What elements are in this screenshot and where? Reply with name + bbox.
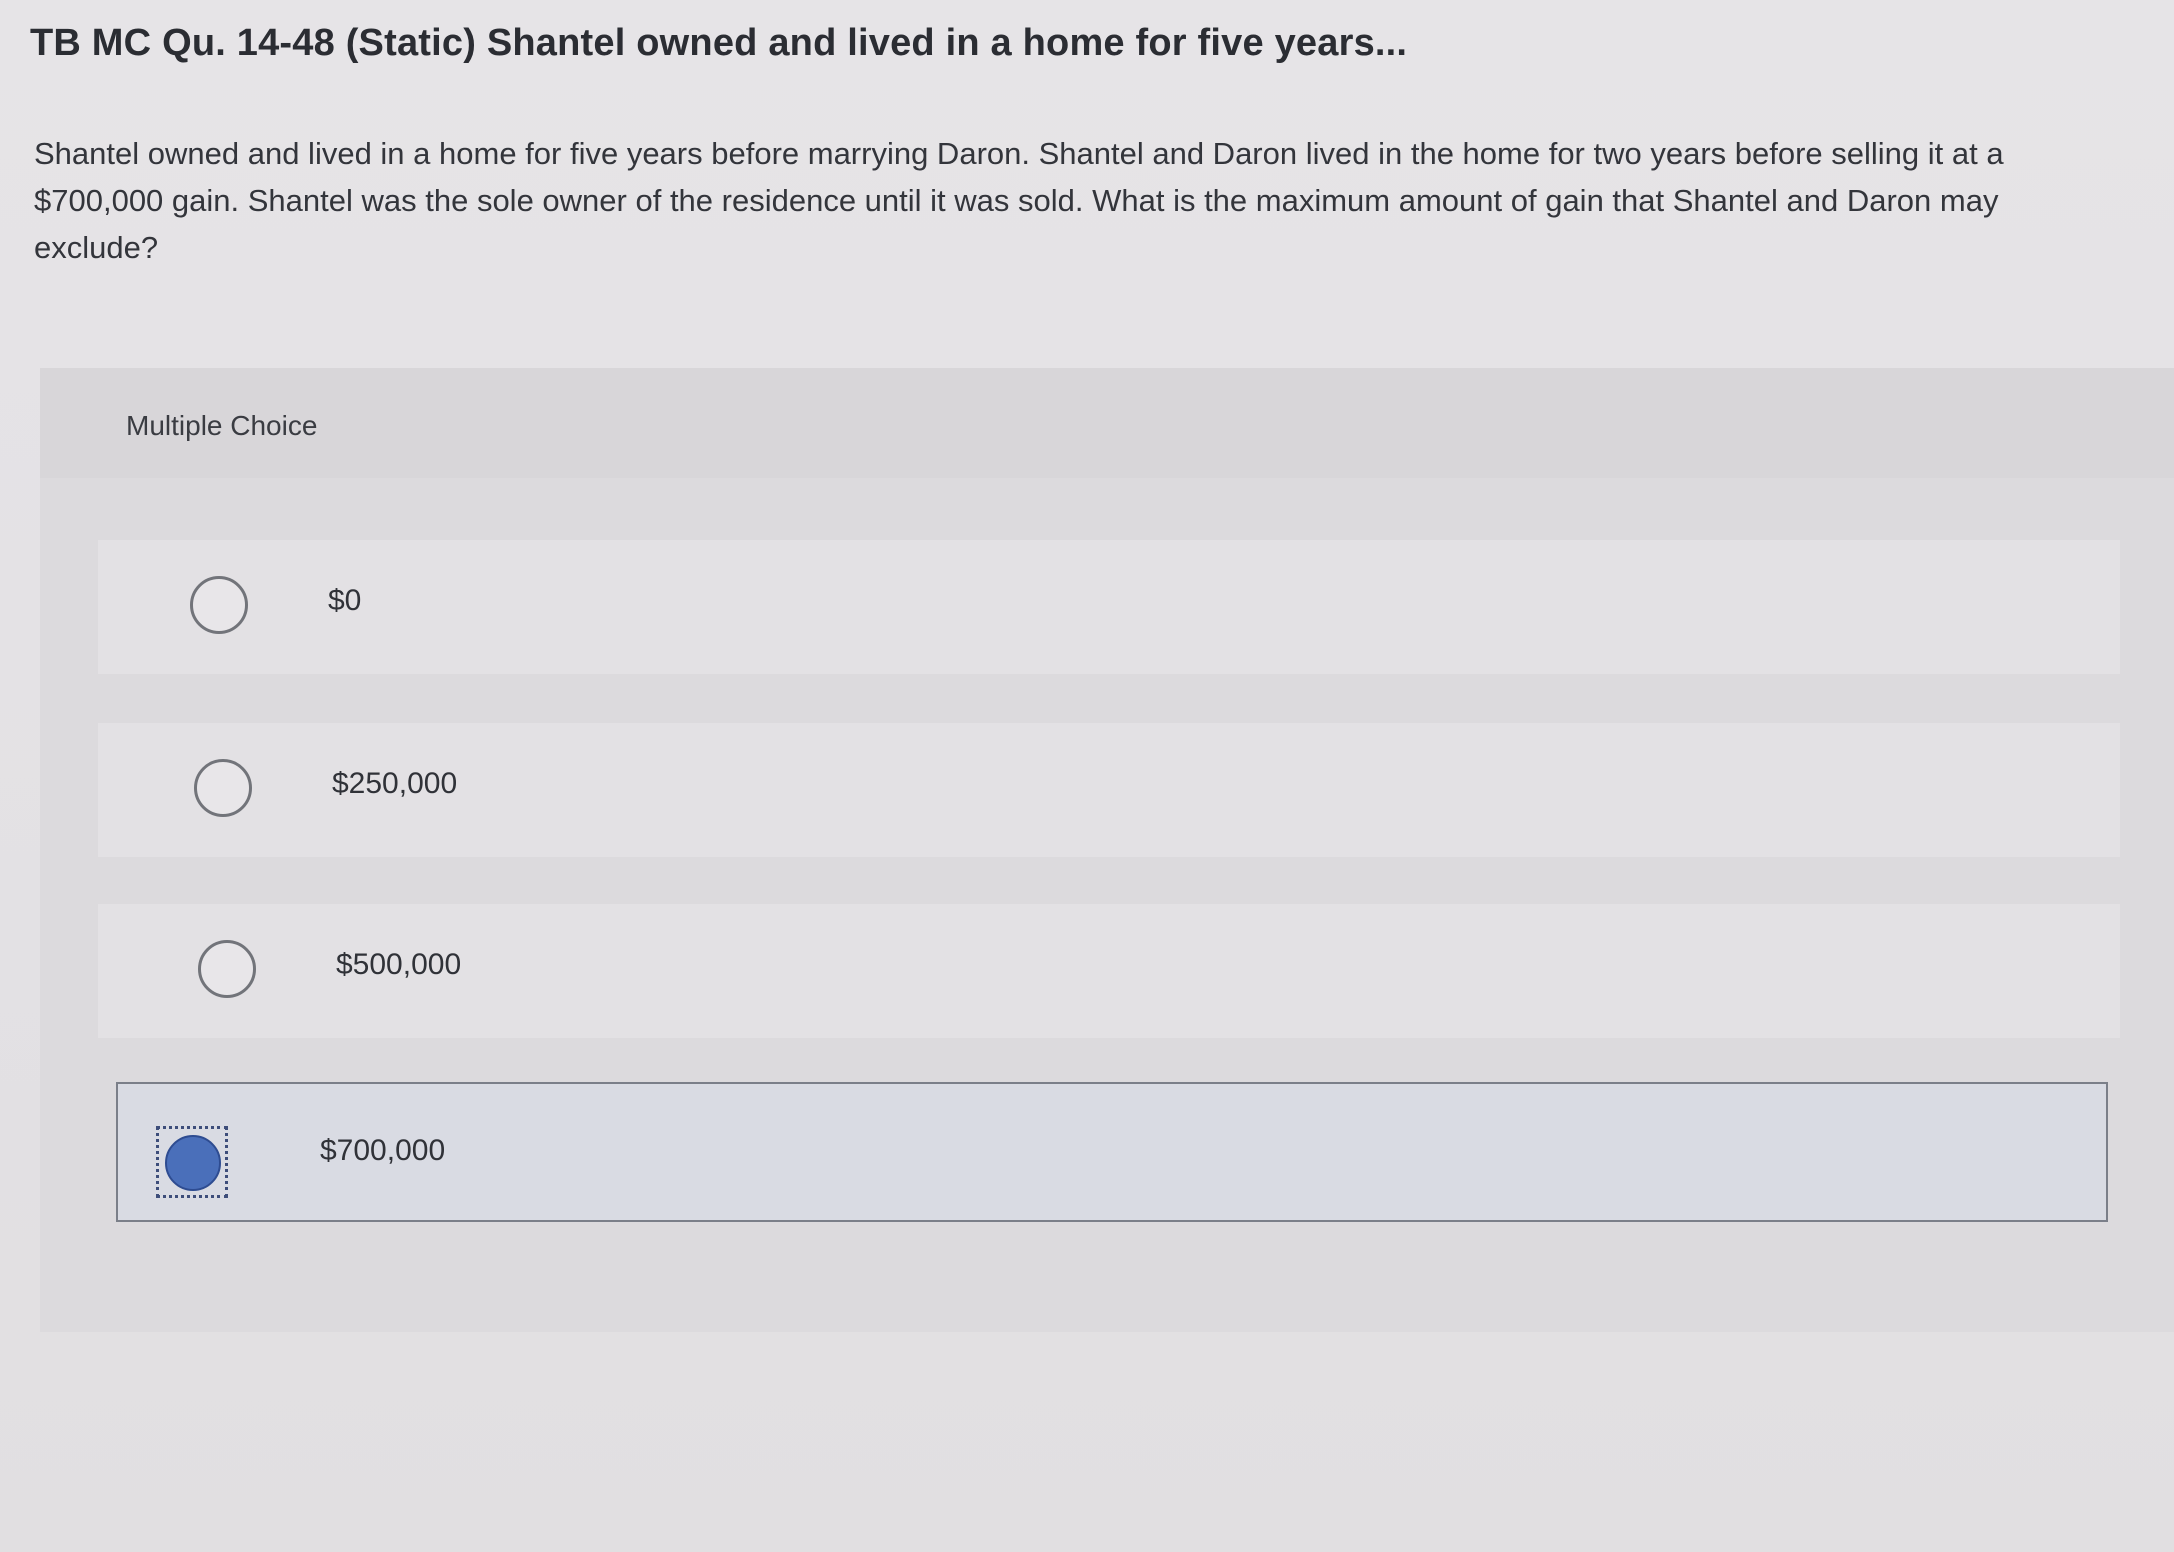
multiple-choice-panel: Multiple Choice $0 $250,000 $500,000 $70… <box>40 368 2174 1332</box>
multiple-choice-label: Multiple Choice <box>126 410 318 441</box>
page: TB MC Qu. 14-48 (Static) Shantel owned a… <box>0 0 2174 1552</box>
question-text: Shantel owned and lived in a home for fi… <box>34 136 2004 265</box>
option-0[interactable]: $0 <box>98 540 2120 674</box>
option-3-selected[interactable]: $700,000 <box>116 1082 2108 1222</box>
option-2[interactable]: $500,000 <box>98 904 2120 1038</box>
option-label: $250,000 <box>332 767 458 800</box>
radio-button-icon[interactable] <box>190 576 248 634</box>
radio-button-icon[interactable] <box>198 940 256 998</box>
option-1[interactable]: $250,000 <box>98 723 2120 857</box>
option-label: $700,000 <box>320 1134 446 1167</box>
radio-focus-ring[interactable] <box>156 1126 228 1198</box>
radio-button-icon[interactable] <box>194 759 252 817</box>
radio-selected-icon <box>165 1135 221 1191</box>
option-label: $500,000 <box>336 948 462 981</box>
option-label: $0 <box>328 584 362 617</box>
multiple-choice-header: Multiple Choice <box>40 368 2174 478</box>
question-title: TB MC Qu. 14-48 (Static) Shantel owned a… <box>30 22 1408 64</box>
